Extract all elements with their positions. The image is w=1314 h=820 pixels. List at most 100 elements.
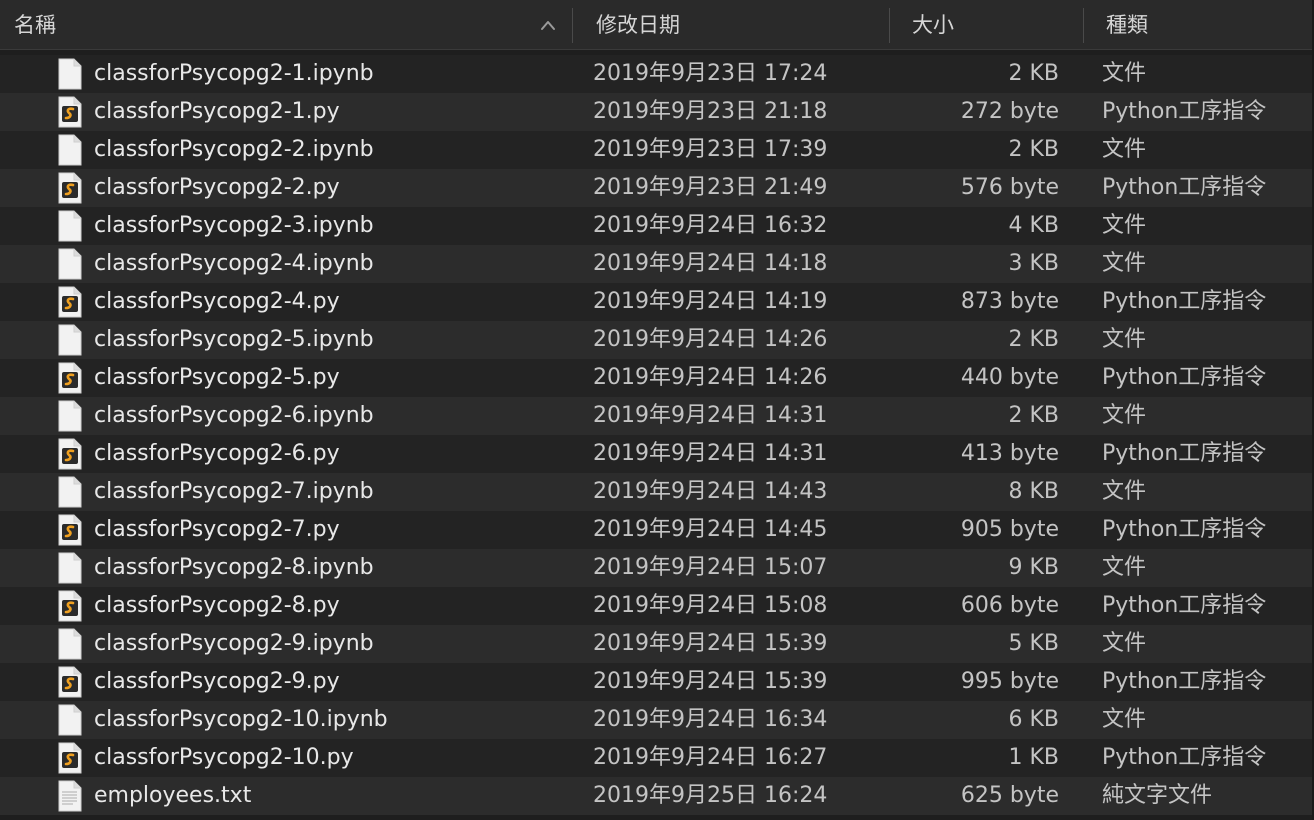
file-name[interactable]: classforPsycopg2-1.py (94, 93, 340, 131)
document-icon (58, 134, 82, 166)
file-kind: Python工序指令 (1102, 289, 1267, 314)
file-size: 6 KB (1008, 707, 1059, 732)
document-icon (58, 628, 82, 660)
file-size: 2 KB (1008, 403, 1059, 428)
file-kind: 文件 (1102, 61, 1147, 86)
document-icon (58, 552, 82, 584)
file-row[interactable]: classforPsycopg2-4.py 2019年9月24日 14:19 873… (0, 283, 1314, 321)
column-header-kind[interactable]: 種類 (1083, 0, 1314, 50)
file-date-modified: 2019年9月24日 14:31 (593, 441, 828, 466)
file-row[interactable]: classforPsycopg2-9.py 2019年9月24日 15:39 995… (0, 663, 1314, 701)
file-date-modified: 2019年9月24日 14:45 (593, 517, 828, 542)
file-size: 606 byte (960, 593, 1059, 618)
column-header-bar: 名稱 修改日期 大小 種類 (0, 0, 1314, 50)
file-kind: 文件 (1102, 251, 1147, 276)
file-name[interactable]: classforPsycopg2-6.ipynb (94, 397, 374, 435)
file-row[interactable]: classforPsycopg2-3.ipynb 2019年9月24日 16:32… (0, 207, 1314, 245)
file-name[interactable]: classforPsycopg2-7.py (94, 511, 340, 549)
python-script-icon (58, 514, 82, 546)
file-size: 2 KB (1008, 61, 1059, 86)
file-date-modified: 2019年9月24日 14:26 (593, 365, 828, 390)
file-name[interactable]: classforPsycopg2-3.ipynb (94, 207, 374, 245)
column-header-name[interactable]: 名稱 (0, 0, 572, 50)
document-icon (58, 704, 82, 736)
file-row[interactable]: classforPsycopg2-5.py 2019年9月24日 14:26 440… (0, 359, 1314, 397)
file-name[interactable]: classforPsycopg2-2.py (94, 169, 340, 207)
file-kind: 文件 (1102, 555, 1147, 580)
column-header-date-modified[interactable]: 修改日期 (572, 0, 889, 50)
file-date-modified: 2019年9月24日 14:31 (593, 403, 828, 428)
file-date-modified: 2019年9月24日 16:34 (593, 707, 828, 732)
file-row[interactable]: classforPsycopg2-10.py 2019年9月24日 16:27 1 … (0, 739, 1314, 777)
file-name[interactable]: classforPsycopg2-8.py (94, 587, 340, 625)
document-icon (58, 58, 82, 90)
file-row[interactable]: classforPsycopg2-2.py 2019年9月23日 21:49 576… (0, 169, 1314, 207)
file-row[interactable]: classforPsycopg2-1.ipynb 2019年9月23日 17:24… (0, 55, 1314, 93)
file-size: 873 byte (960, 289, 1059, 314)
document-icon (58, 210, 82, 242)
file-size: 272 byte (960, 99, 1059, 124)
file-kind: Python工序指令 (1102, 99, 1267, 124)
file-size: 625 byte (960, 783, 1059, 808)
file-date-modified: 2019年9月24日 16:27 (593, 745, 828, 770)
file-kind: Python工序指令 (1102, 517, 1267, 542)
file-row[interactable]: classforPsycopg2-8.ipynb 2019年9月24日 15:07… (0, 549, 1314, 587)
file-size: 9 KB (1008, 555, 1059, 580)
file-kind: 文件 (1102, 213, 1147, 238)
text-document-icon (58, 780, 82, 812)
python-script-icon (58, 590, 82, 622)
file-name[interactable]: classforPsycopg2-5.ipynb (94, 321, 374, 359)
file-size: 2 KB (1008, 327, 1059, 352)
python-script-icon (58, 96, 82, 128)
file-date-modified: 2019年9月24日 15:08 (593, 593, 828, 618)
python-script-icon (58, 286, 82, 318)
file-row[interactable]: classforPsycopg2-2.ipynb 2019年9月23日 17:39… (0, 131, 1314, 169)
file-kind: 文件 (1102, 137, 1147, 162)
document-icon (58, 248, 82, 280)
file-name[interactable]: classforPsycopg2-4.ipynb (94, 245, 374, 283)
file-name[interactable]: classforPsycopg2-10.ipynb (94, 701, 388, 739)
file-date-modified: 2019年9月23日 17:24 (593, 61, 828, 86)
file-name[interactable]: classforPsycopg2-1.ipynb (94, 55, 374, 93)
file-name[interactable]: classforPsycopg2-9.py (94, 663, 340, 701)
file-size: 2 KB (1008, 137, 1059, 162)
file-name[interactable]: employees.txt (94, 777, 251, 815)
file-row[interactable]: classforPsycopg2-1.py 2019年9月23日 21:18 272… (0, 93, 1314, 131)
file-name[interactable]: classforPsycopg2-2.ipynb (94, 131, 374, 169)
file-row[interactable]: classforPsycopg2-7.py 2019年9月24日 14:45 905… (0, 511, 1314, 549)
file-row[interactable]: classforPsycopg2-4.ipynb 2019年9月24日 14:18… (0, 245, 1314, 283)
file-row[interactable]: classforPsycopg2-10.ipynb 2019年9月24日 16:3… (0, 701, 1314, 739)
file-name[interactable]: classforPsycopg2-10.py (94, 739, 354, 777)
python-script-icon (58, 362, 82, 394)
file-row[interactable]: classforPsycopg2-8.py 2019年9月24日 15:08 606… (0, 587, 1314, 625)
file-size: 576 byte (960, 175, 1059, 200)
file-size: 3 KB (1008, 251, 1059, 276)
file-row[interactable]: classforPsycopg2-9.ipynb 2019年9月24日 15:39… (0, 625, 1314, 663)
chevron-up-icon[interactable] (540, 18, 556, 32)
file-name[interactable]: classforPsycopg2-7.ipynb (94, 473, 374, 511)
file-row[interactable]: classforPsycopg2-6.py 2019年9月24日 14:31 413… (0, 435, 1314, 473)
file-row[interactable]: classforPsycopg2-5.ipynb 2019年9月24日 14:26… (0, 321, 1314, 359)
file-row[interactable]: employees.txt 2019年9月25日 16:24 625 byte 純文字… (0, 777, 1314, 815)
file-kind: Python工序指令 (1102, 669, 1267, 694)
file-kind: 文件 (1102, 631, 1147, 656)
file-date-modified: 2019年9月24日 14:26 (593, 327, 828, 352)
file-size: 413 byte (960, 441, 1059, 466)
file-kind: 文件 (1102, 707, 1147, 732)
column-header-size[interactable]: 大小 (889, 0, 1083, 50)
file-row[interactable]: classforPsycopg2-7.ipynb 2019年9月24日 14:43… (0, 473, 1314, 511)
file-name[interactable]: classforPsycopg2-6.py (94, 435, 340, 473)
python-script-icon (58, 438, 82, 470)
file-size: 8 KB (1008, 479, 1059, 504)
file-name[interactable]: classforPsycopg2-5.py (94, 359, 340, 397)
file-list-view: 名稱 修改日期 大小 種類 classforPsycopg2-1.ipynb 20… (0, 0, 1314, 820)
file-kind: Python工序指令 (1102, 441, 1267, 466)
file-name[interactable]: classforPsycopg2-8.ipynb (94, 549, 374, 587)
file-name[interactable]: classforPsycopg2-9.ipynb (94, 625, 374, 663)
file-kind: 文件 (1102, 403, 1147, 428)
file-name[interactable]: classforPsycopg2-4.py (94, 283, 340, 321)
file-size: 5 KB (1008, 631, 1059, 656)
python-script-icon (58, 666, 82, 698)
file-row[interactable]: classforPsycopg2-6.ipynb 2019年9月24日 14:31… (0, 397, 1314, 435)
file-kind: 文件 (1102, 479, 1147, 504)
